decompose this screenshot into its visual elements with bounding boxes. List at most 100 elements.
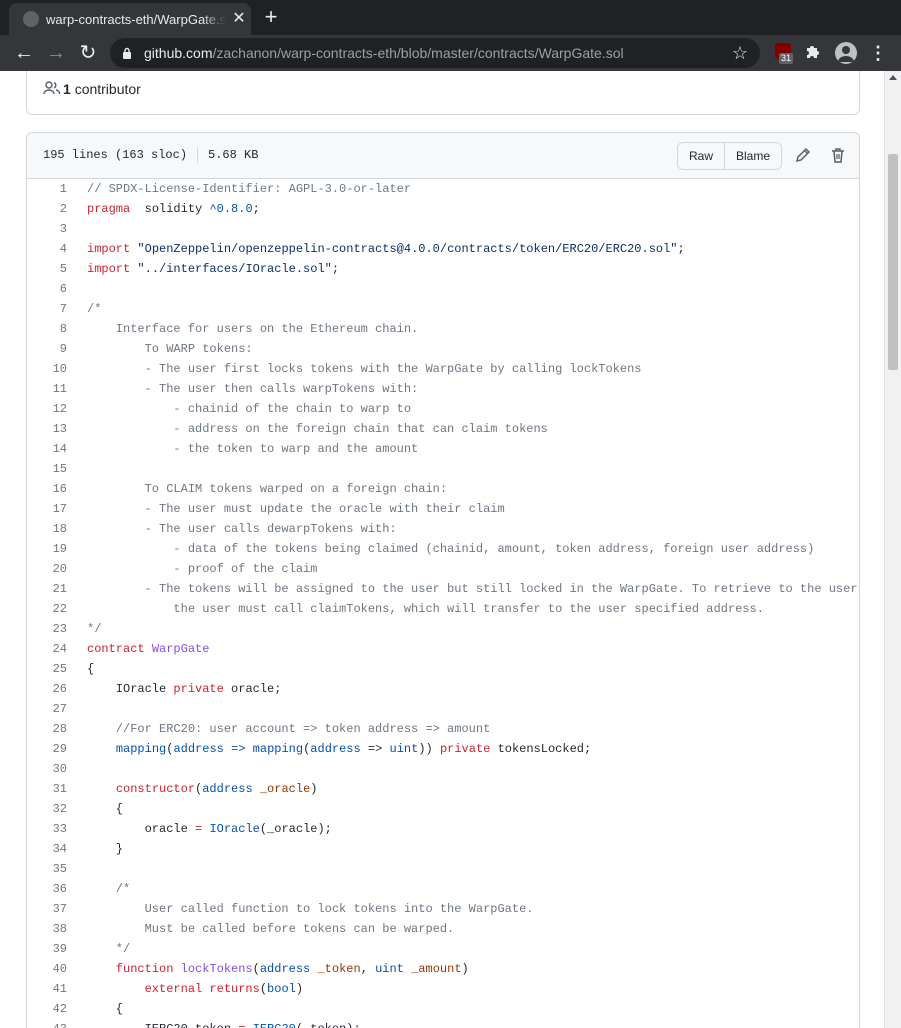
- line-content: contract WarpGate: [87, 639, 209, 659]
- code-token: - The user first locks tokens with the W…: [87, 362, 642, 376]
- line-number[interactable]: 34: [27, 839, 67, 859]
- line-number[interactable]: 25: [27, 659, 67, 679]
- line-number[interactable]: 41: [27, 979, 67, 999]
- blame-button[interactable]: Blame: [724, 143, 781, 169]
- line-number[interactable]: 14: [27, 439, 67, 459]
- code-token: WarpGate: [151, 642, 210, 656]
- line-number[interactable]: 22: [27, 599, 67, 619]
- line-number[interactable]: 33: [27, 819, 67, 839]
- contributors-box: 1 contributor: [26, 71, 860, 115]
- line-content: {: [87, 999, 123, 1019]
- code-line: 34 }: [27, 839, 859, 859]
- page-scrollbar[interactable]: [884, 71, 901, 1028]
- new-tab-icon[interactable]: +: [262, 6, 280, 28]
- code-token: - chainid of the chain to warp to: [87, 402, 412, 416]
- code-line: 4 import "OpenZeppelin/openzeppelin-contr…: [27, 239, 859, 259]
- line-number[interactable]: 29: [27, 739, 67, 759]
- line-content: - The user then calls warpTokens with:: [87, 379, 419, 399]
- line-number[interactable]: 27: [27, 699, 67, 719]
- line-number[interactable]: 23: [27, 619, 67, 639]
- code-token: mapping: [115, 742, 167, 756]
- line-number[interactable]: 4: [27, 239, 67, 259]
- line-number[interactable]: 28: [27, 719, 67, 739]
- code-token: ): [461, 962, 469, 976]
- browser-tab[interactable]: warp-contracts-eth/WarpGate.sol ✕: [9, 3, 251, 35]
- line-number[interactable]: 43: [27, 1019, 67, 1028]
- line-content: To CLAIM tokens warped on a foreign chai…: [87, 479, 447, 499]
- line-number[interactable]: 7: [27, 299, 67, 319]
- line-content: pragma solidity ^0.8.0;: [87, 199, 260, 219]
- scrollbar-thumb[interactable]: [888, 154, 898, 370]
- tab-close-icon[interactable]: ✕: [231, 11, 247, 27]
- line-number[interactable]: 31: [27, 779, 67, 799]
- code-token: "../interfaces/IOracle.sol": [137, 262, 332, 276]
- line-number[interactable]: 32: [27, 799, 67, 819]
- trash-delete-icon[interactable]: [829, 146, 847, 164]
- forward-arrow-icon[interactable]: →: [44, 41, 68, 65]
- scroll-up-arrow-icon[interactable]: [889, 75, 897, 80]
- line-number[interactable]: 6: [27, 279, 67, 299]
- line-content: - The user calls dewarpTokens with:: [87, 519, 397, 539]
- line-content: oracle = IOracle(_oracle);: [87, 819, 332, 839]
- bookmark-star-icon[interactable]: ☆: [730, 43, 750, 63]
- extensions-puzzle-icon[interactable]: [804, 43, 822, 61]
- file-info: 195 lines (163 sloc) 5.68 KB: [43, 146, 258, 164]
- line-number[interactable]: 12: [27, 399, 67, 419]
- line-number[interactable]: 37: [27, 899, 67, 919]
- code-line: 22 the user must call claimTokens, which…: [27, 599, 859, 619]
- line-number[interactable]: 10: [27, 359, 67, 379]
- line-number[interactable]: 11: [27, 379, 67, 399]
- contributor-count: 1: [63, 81, 71, 97]
- code-token: external: [144, 982, 203, 996]
- line-number[interactable]: 40: [27, 959, 67, 979]
- line-number[interactable]: 17: [27, 499, 67, 519]
- code-token: - the token to warp and the amount: [87, 442, 419, 456]
- code-line: 16 To CLAIM tokens warped on a foreign c…: [27, 479, 859, 499]
- line-number[interactable]: 35: [27, 859, 67, 879]
- reload-icon[interactable]: ↻: [76, 41, 100, 65]
- code-line: 29 mapping(address => mapping(address =>…: [27, 739, 859, 759]
- code-token: Must be called before tokens can be warp…: [87, 922, 455, 936]
- code-line: 26 IOracle private oracle;: [27, 679, 859, 699]
- line-number[interactable]: 5: [27, 259, 67, 279]
- code-token: (: [259, 982, 268, 996]
- line-number[interactable]: 8: [27, 319, 67, 339]
- browser-menu-icon[interactable]: ⋮: [868, 43, 888, 63]
- code-token: // SPDX-License-Identifier: AGPL-3.0-or-…: [87, 182, 412, 196]
- line-number[interactable]: 20: [27, 559, 67, 579]
- code-token: private: [173, 682, 224, 696]
- raw-button[interactable]: Raw: [678, 143, 724, 169]
- line-number[interactable]: 24: [27, 639, 67, 659]
- address-bar[interactable]: github.com/zachanon/warp-contracts-eth/b…: [110, 38, 760, 68]
- profile-avatar-icon[interactable]: [835, 42, 857, 64]
- line-number[interactable]: 19: [27, 539, 67, 559]
- line-content: - chainid of the chain to warp to: [87, 399, 411, 419]
- line-number[interactable]: 9: [27, 339, 67, 359]
- line-number[interactable]: 18: [27, 519, 67, 539]
- pencil-edit-icon[interactable]: [794, 146, 812, 164]
- line-number[interactable]: 3: [27, 219, 67, 239]
- line-number[interactable]: 2: [27, 199, 67, 219]
- line-number[interactable]: 1: [27, 179, 67, 199]
- line-number[interactable]: 38: [27, 919, 67, 939]
- line-content: {: [87, 799, 123, 819]
- line-number[interactable]: 30: [27, 759, 67, 779]
- line-number[interactable]: 21: [27, 579, 67, 599]
- line-number[interactable]: 42: [27, 999, 67, 1019]
- contributors-text[interactable]: 1 contributor: [63, 79, 141, 99]
- line-number[interactable]: 16: [27, 479, 67, 499]
- back-arrow-icon[interactable]: ←: [12, 41, 36, 65]
- file-size: 5.68 KB: [208, 148, 259, 162]
- file-header: 195 lines (163 sloc) 5.68 KB Raw Blame: [27, 133, 859, 179]
- line-number[interactable]: 36: [27, 879, 67, 899]
- line-number[interactable]: 39: [27, 939, 67, 959]
- code-token: address: [259, 962, 311, 976]
- line-content: function lockTokens(address _token, uint…: [87, 959, 469, 979]
- code-token: address: [173, 742, 224, 756]
- line-number[interactable]: 15: [27, 459, 67, 479]
- line-number[interactable]: 26: [27, 679, 67, 699]
- line-number[interactable]: 13: [27, 419, 67, 439]
